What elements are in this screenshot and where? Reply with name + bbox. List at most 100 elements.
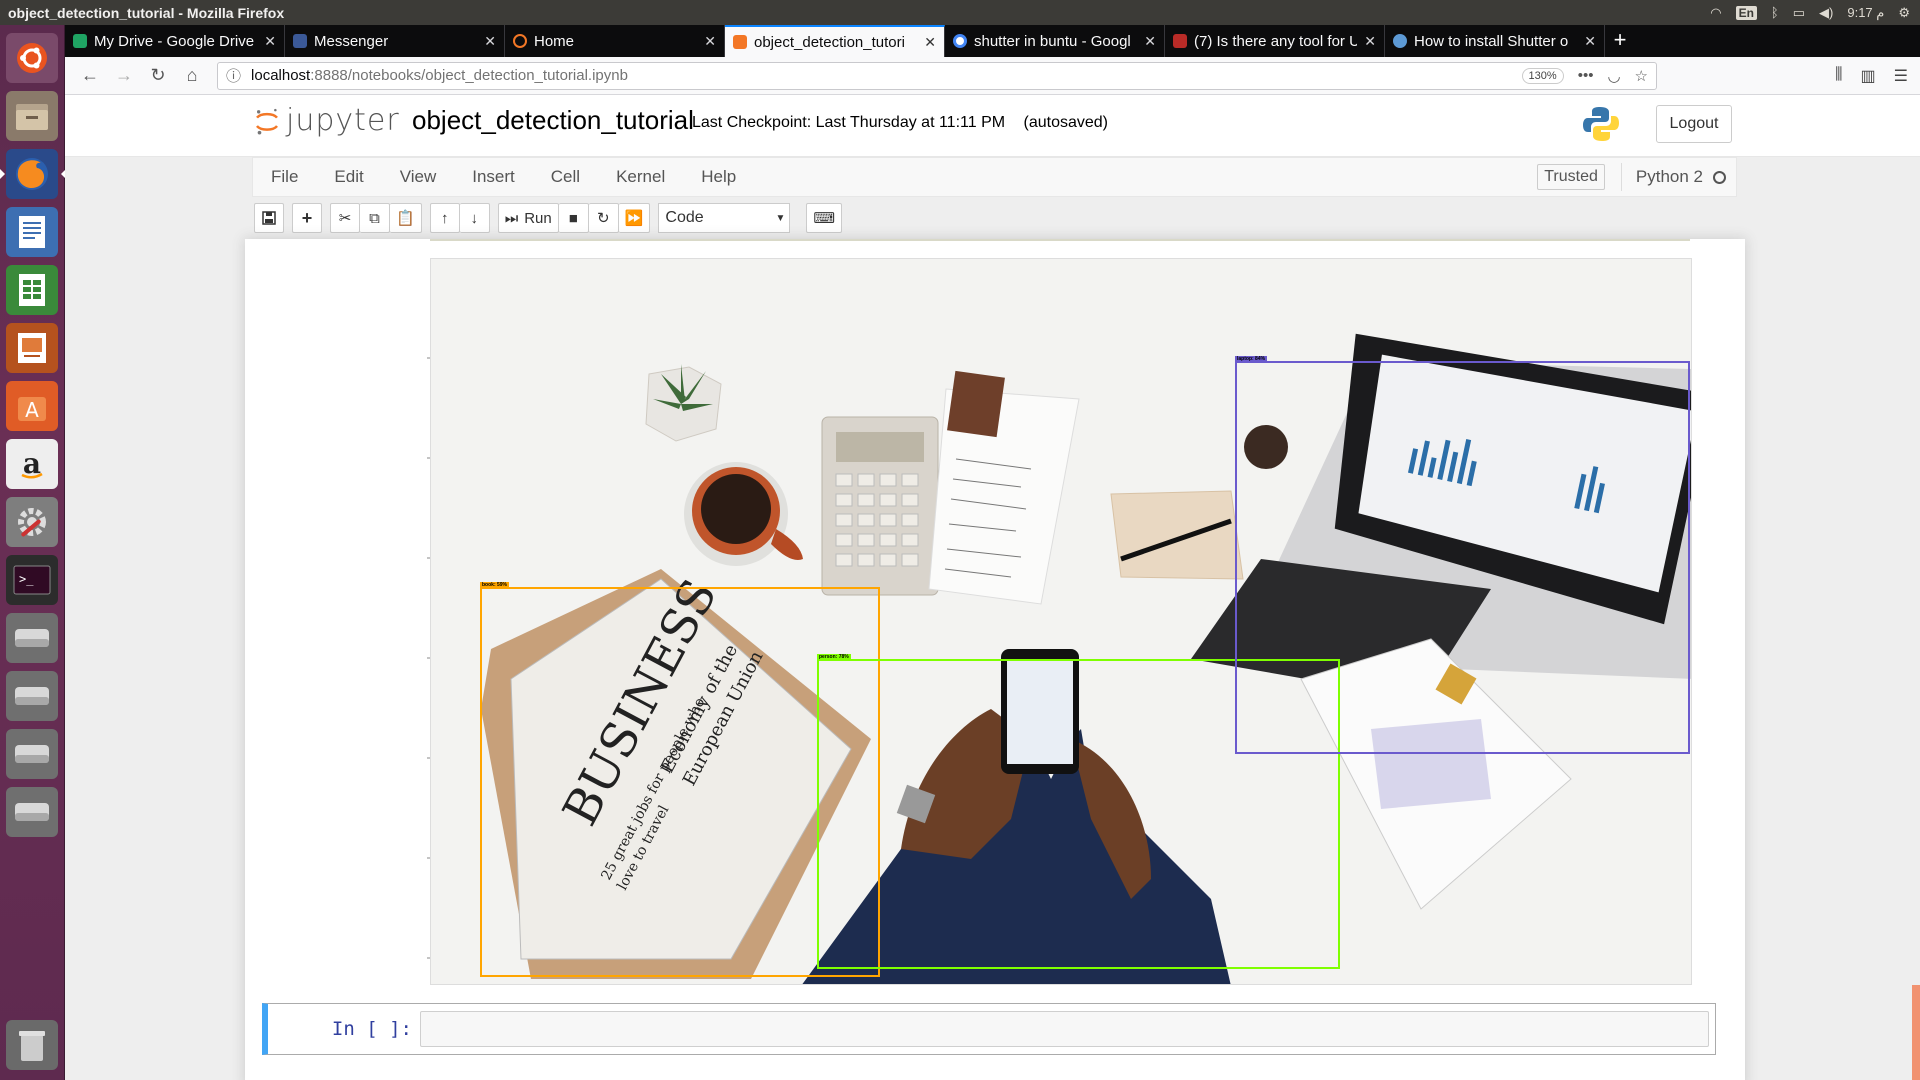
close-icon[interactable]: ✕ bbox=[1584, 33, 1596, 50]
detection-label-person: person: 78% bbox=[817, 654, 851, 660]
settings-gear-icon[interactable]: ⚙ bbox=[1898, 5, 1910, 21]
tab-label: shutter in buntu - Googl bbox=[974, 32, 1131, 50]
previous-cell-edge bbox=[430, 239, 1690, 241]
run-icon: ⏭ bbox=[504, 209, 519, 227]
menu-insert[interactable]: Insert bbox=[454, 167, 533, 187]
menu-file[interactable]: File bbox=[253, 167, 316, 187]
paste-icon[interactable]: 📋 bbox=[390, 203, 422, 233]
menu-edit[interactable]: Edit bbox=[316, 167, 381, 187]
code-cell[interactable]: In [ ]: bbox=[262, 1003, 1716, 1055]
facebook-icon bbox=[293, 34, 307, 48]
menu-cell[interactable]: Cell bbox=[533, 167, 598, 187]
notebook-name[interactable]: object_detection_tutorial bbox=[412, 105, 694, 136]
menu-kernel[interactable]: Kernel bbox=[598, 167, 683, 187]
code-editor[interactable] bbox=[420, 1011, 1709, 1047]
battery-icon[interactable]: ▭ bbox=[1793, 5, 1805, 21]
window-title: object_detection_tutorial - Mozilla Fire… bbox=[8, 4, 285, 21]
navigation-bar: ← → ↻ ⌂ ⓘ localhost :8888/notebooks/obje… bbox=[65, 57, 1920, 95]
move-up-icon[interactable]: ↑ bbox=[429, 203, 460, 233]
jupyter-logo[interactable]: jupyter bbox=[252, 103, 400, 138]
keyboard-language[interactable]: En bbox=[1735, 5, 1757, 20]
page-scrollbar-thumb[interactable] bbox=[1912, 985, 1920, 1080]
tab-quora[interactable]: (7) Is there any tool for U ✕ bbox=[1165, 25, 1385, 57]
sidebar-icon[interactable]: ▥ bbox=[1861, 66, 1876, 86]
home-icon[interactable]: ⌂ bbox=[177, 65, 207, 86]
move-down-icon[interactable]: ↓ bbox=[459, 203, 490, 233]
close-icon[interactable]: ✕ bbox=[704, 33, 716, 50]
tab-strip: My Drive - Google Drive ✕ Messenger ✕ Ho… bbox=[65, 25, 1920, 57]
tab-google-search[interactable]: shutter in buntu - Googl ✕ bbox=[945, 25, 1165, 57]
files-icon[interactable] bbox=[6, 91, 58, 141]
logout-button[interactable]: Logout bbox=[1656, 105, 1732, 143]
cell-type-select[interactable]: Code ▼ bbox=[658, 203, 791, 233]
restart-icon[interactable]: ↻ bbox=[588, 203, 619, 233]
firefox-icon[interactable] bbox=[0, 149, 66, 199]
cell-type-value: Code bbox=[665, 209, 704, 226]
url-host: localhost bbox=[251, 67, 311, 84]
bluetooth-icon[interactable]: ᛒ bbox=[1771, 5, 1779, 20]
interrupt-icon[interactable]: ■ bbox=[558, 203, 589, 233]
url-bar[interactable]: ⓘ localhost :8888/notebooks/object_detec… bbox=[217, 61, 1657, 90]
wifi-icon[interactable]: ◠ bbox=[1710, 5, 1721, 21]
library-icon[interactable]: ⫼ bbox=[1835, 66, 1842, 86]
drive-icon[interactable] bbox=[6, 787, 58, 837]
ubuntu-dash-icon[interactable] bbox=[6, 33, 58, 83]
reload-icon[interactable]: ↻ bbox=[143, 65, 173, 86]
back-icon[interactable]: ← bbox=[75, 65, 105, 86]
autosave-status: (autosaved) bbox=[1023, 114, 1109, 131]
tab-label: How to install Shutter o bbox=[1414, 32, 1569, 50]
kernel-idle-icon bbox=[1713, 170, 1726, 184]
detection-label-book: book: 59% bbox=[480, 582, 510, 588]
tab-label: My Drive - Google Drive bbox=[94, 32, 255, 50]
notebook-menubar: File Edit View Insert Cell Kernel Help T… bbox=[252, 157, 1737, 197]
amazon-icon[interactable]: a bbox=[6, 439, 58, 489]
trash-icon[interactable] bbox=[6, 1020, 58, 1070]
tab-askubuntu[interactable]: How to install Shutter o ✕ bbox=[1385, 25, 1605, 57]
hamburger-menu-icon[interactable]: ☰ bbox=[1894, 66, 1908, 86]
tab-home[interactable]: Home ✕ bbox=[505, 25, 725, 57]
insert-cell-icon[interactable]: + bbox=[292, 203, 322, 233]
close-icon[interactable]: ✕ bbox=[264, 33, 276, 50]
forward-icon[interactable]: → bbox=[109, 65, 139, 86]
clock[interactable]: م 9:17 bbox=[1847, 5, 1884, 21]
cut-icon[interactable]: ✂ bbox=[330, 203, 360, 233]
tab-label: Home bbox=[534, 32, 575, 50]
page-actions-icon[interactable]: ••• bbox=[1578, 67, 1594, 85]
tab-messenger[interactable]: Messenger ✕ bbox=[285, 25, 505, 57]
info-icon[interactable]: ⓘ bbox=[226, 65, 241, 86]
tab-label: (7) Is there any tool for U bbox=[1194, 32, 1358, 50]
tab-label: Messenger bbox=[314, 32, 389, 50]
pocket-icon[interactable]: ◡ bbox=[1607, 67, 1620, 85]
impress-icon[interactable] bbox=[6, 323, 58, 373]
system-settings-icon[interactable] bbox=[6, 497, 58, 547]
menu-help[interactable]: Help bbox=[683, 167, 754, 187]
tab-google-drive[interactable]: My Drive - Google Drive ✕ bbox=[65, 25, 285, 57]
svg-text:>_: >_ bbox=[19, 572, 34, 586]
drive-icon[interactable] bbox=[6, 671, 58, 721]
restart-run-all-icon[interactable]: ⏩ bbox=[618, 203, 651, 233]
keyboard-icon[interactable]: ⌨ bbox=[806, 203, 843, 233]
save-icon[interactable] bbox=[254, 203, 284, 233]
writer-icon[interactable] bbox=[6, 207, 58, 257]
bookmark-star-icon[interactable]: ☆ bbox=[1635, 67, 1648, 85]
software-center-icon[interactable]: A bbox=[6, 381, 58, 431]
terminal-icon[interactable]: >_ bbox=[6, 555, 58, 605]
new-tab-button[interactable]: + bbox=[1605, 25, 1635, 57]
drive-icon[interactable] bbox=[6, 613, 58, 663]
zoom-indicator[interactable]: 130% bbox=[1521, 67, 1564, 84]
run-label: Run bbox=[524, 209, 552, 227]
close-icon[interactable]: ✕ bbox=[1364, 33, 1376, 50]
close-icon[interactable]: ✕ bbox=[484, 33, 496, 50]
volume-icon[interactable]: ◀) bbox=[1819, 5, 1833, 21]
cashbook-pen-object bbox=[1110, 490, 1244, 580]
trusted-badge[interactable]: Trusted bbox=[1537, 164, 1605, 190]
python-logo-icon bbox=[1583, 107, 1619, 141]
run-button[interactable]: ⏭ Run bbox=[497, 203, 559, 233]
close-icon[interactable]: ✕ bbox=[924, 34, 936, 51]
tab-object-detection[interactable]: object_detection_tutori ✕ bbox=[725, 25, 945, 57]
copy-icon[interactable]: ⧉ bbox=[360, 203, 390, 233]
menu-view[interactable]: View bbox=[382, 167, 455, 187]
calc-icon[interactable] bbox=[6, 265, 58, 315]
close-icon[interactable]: ✕ bbox=[1144, 33, 1156, 50]
drive-icon[interactable] bbox=[6, 729, 58, 779]
